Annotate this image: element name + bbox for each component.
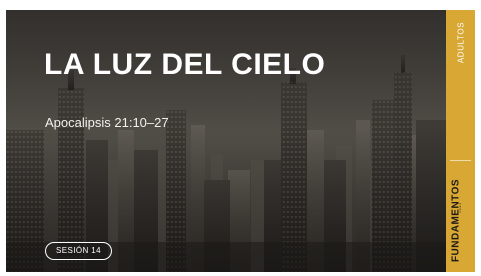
city-skyline-background: LA LUZ DEL CIELO Apocalipsis 21:10–27 SE… [6,10,446,272]
scripture-reference: Apocalipsis 21:10–27 [45,115,169,130]
audience-label: ADULTOS [456,21,466,64]
lesson-cover-slide: LA LUZ DEL CIELO Apocalipsis 21:10–27 SE… [6,10,475,272]
sidebar-divider [450,160,471,161]
series-name: FUNDAMENTOS [450,178,462,263]
series-sidebar: ADULTOS 1-2-3-4 FUNDAMENTOS [446,10,475,272]
lesson-title: LA LUZ DEL CIELO [44,48,326,81]
session-badge: SESIÓN 14 [45,242,112,260]
